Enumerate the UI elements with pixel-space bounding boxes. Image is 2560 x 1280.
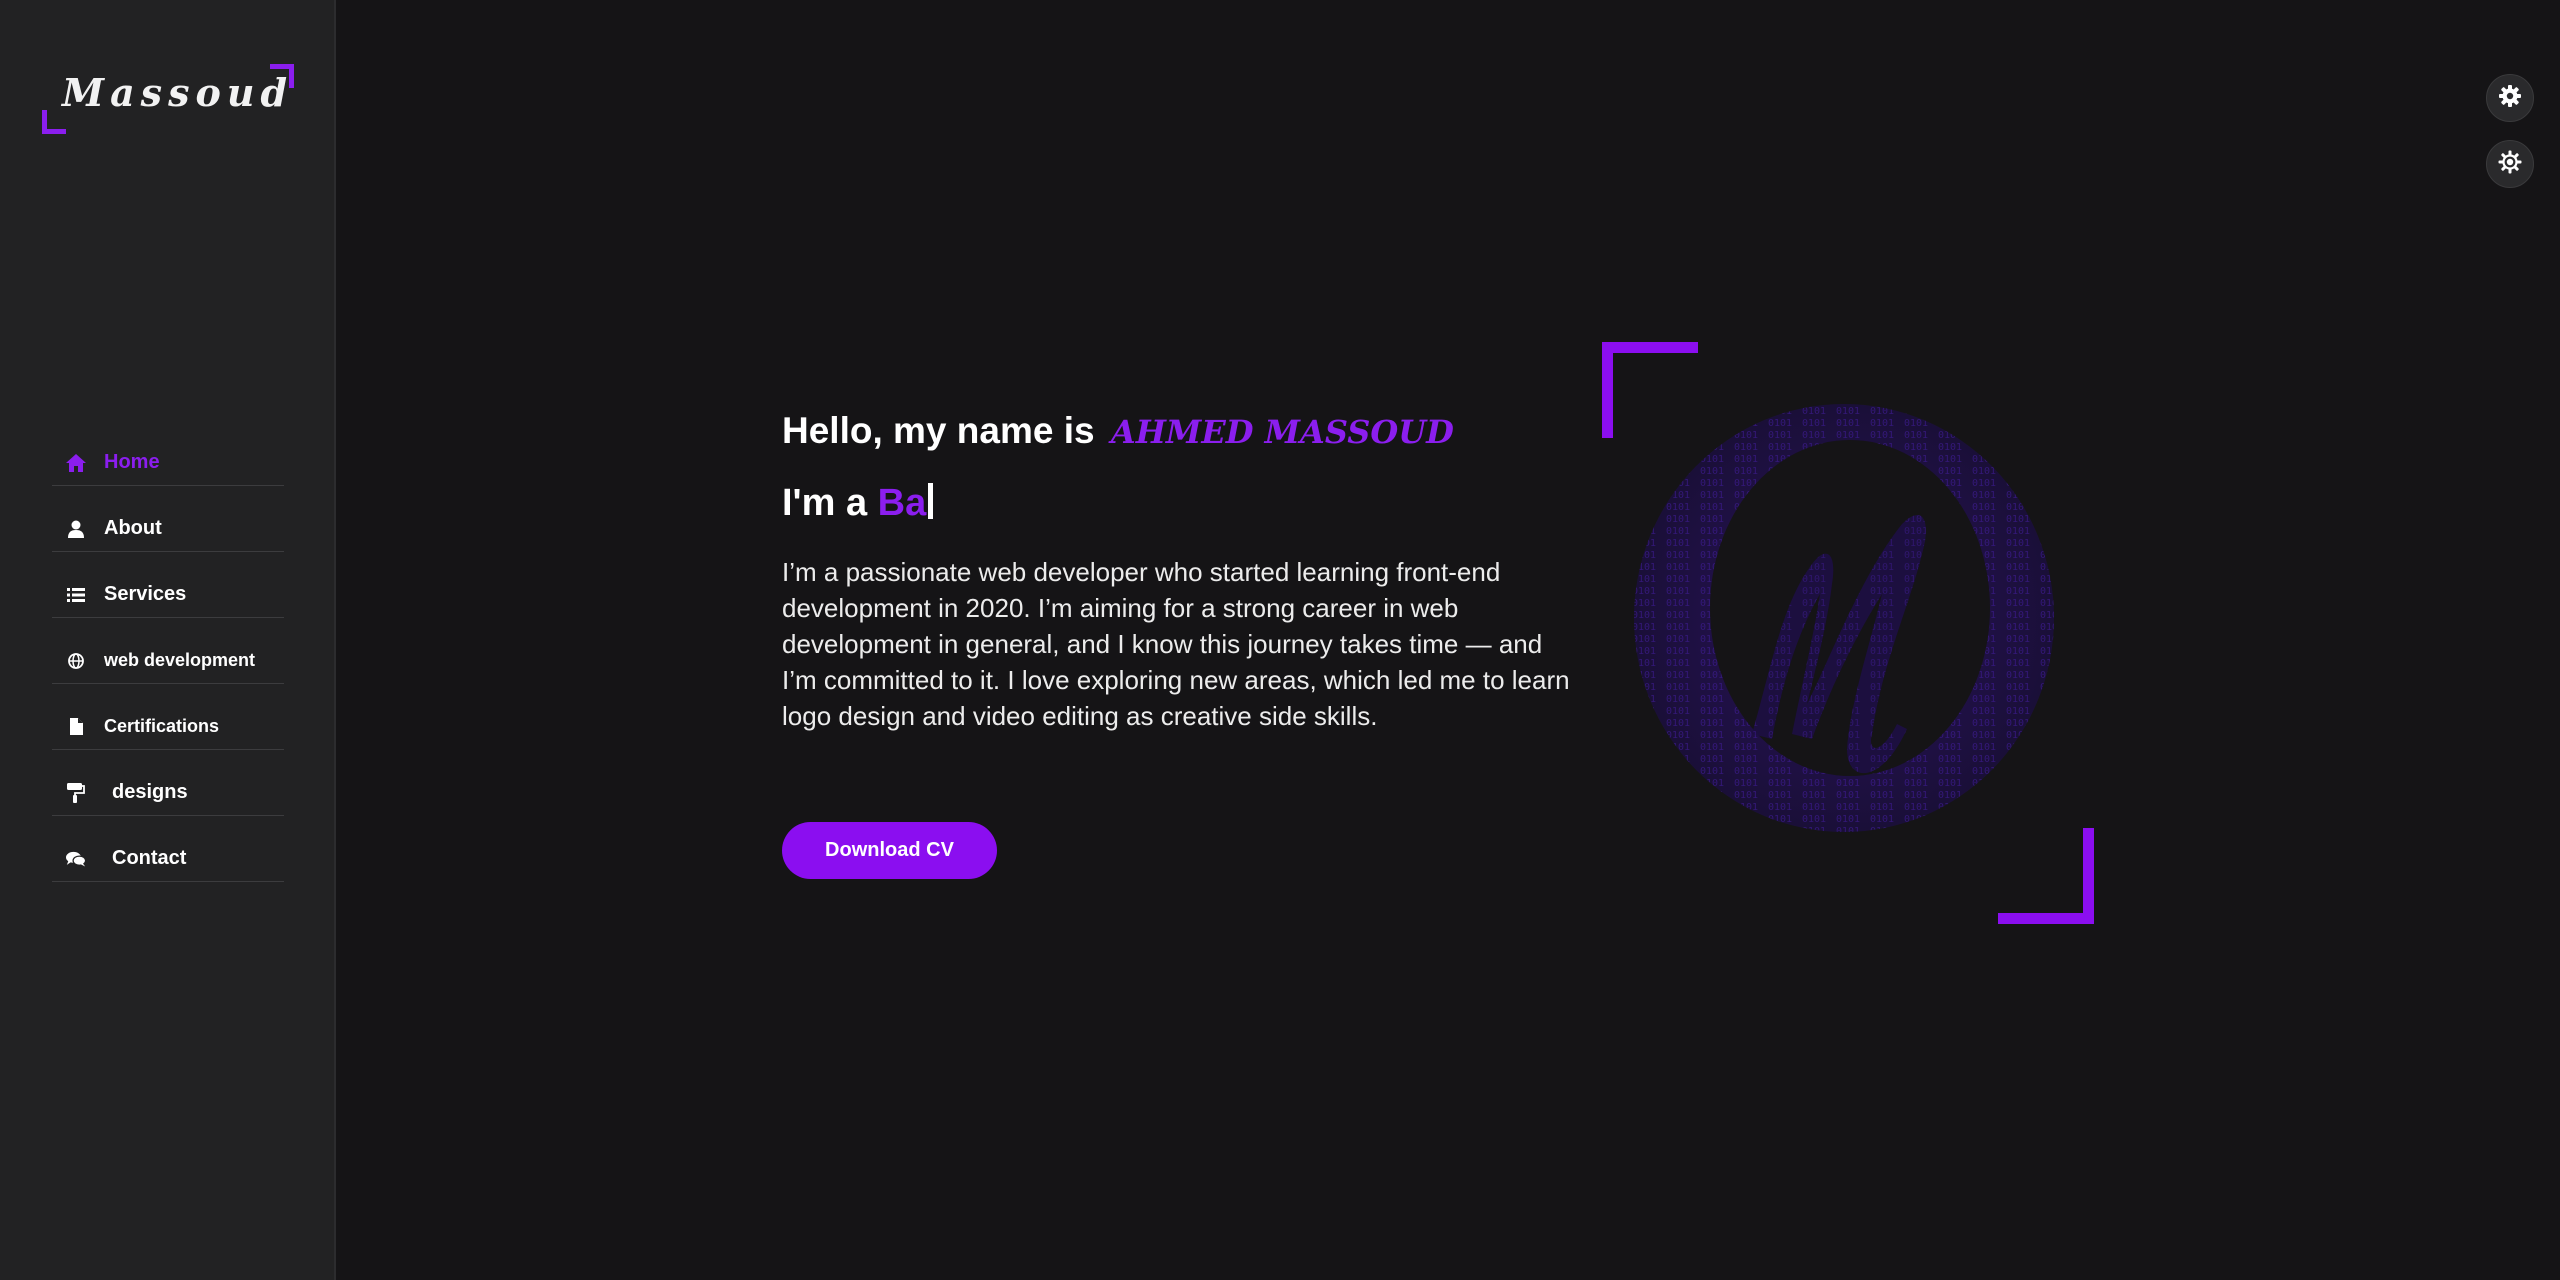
nav-label-services: Services xyxy=(104,583,187,605)
nav-item-services[interactable]: Services xyxy=(52,572,284,618)
nav-label-designs: designs xyxy=(112,781,188,803)
nav-label-about: About xyxy=(104,517,162,539)
nav-item-certifications[interactable]: Certifications xyxy=(52,704,284,750)
hero-section: Hello, my name is AHMED MASSOUD I'm a Ba… xyxy=(782,410,1582,879)
theme-toggle-button[interactable] xyxy=(2486,140,2534,188)
nav-item-home[interactable]: Home xyxy=(52,440,284,486)
logo-text: Massoud xyxy=(62,70,294,115)
user-icon xyxy=(66,519,86,539)
nav-item-contact[interactable]: Contact xyxy=(52,836,284,882)
globe-icon xyxy=(66,651,86,671)
nav-label-certifications: Certifications xyxy=(104,716,220,736)
nav-label-home: Home xyxy=(104,451,160,473)
greeting-text: Hello, my name is xyxy=(782,410,1095,451)
main-nav: Home About Services web development Cert… xyxy=(52,440,284,902)
role-typed-text: Ba xyxy=(877,482,927,524)
typing-cursor xyxy=(928,483,934,519)
nav-item-web-development[interactable]: web development xyxy=(52,638,284,684)
m-monogram-icon: 0101 xyxy=(1634,404,2054,832)
list-icon xyxy=(66,585,86,605)
gear-icon xyxy=(2498,84,2522,112)
download-cv-button[interactable]: Download CV xyxy=(782,822,997,879)
nav-label-web-development: web development xyxy=(104,650,256,670)
file-icon xyxy=(66,717,86,737)
nav-item-designs[interactable]: designs xyxy=(52,770,284,816)
hero-name: AHMED MASSOUD xyxy=(1110,413,1454,451)
sun-icon xyxy=(2498,150,2522,178)
hero-logo-art: 0101 xyxy=(1600,340,2096,926)
nav-item-about[interactable]: About xyxy=(52,506,284,552)
hero-greeting: Hello, my name is AHMED MASSOUD xyxy=(782,410,1582,466)
hero-role: I'm a Ba xyxy=(782,482,1582,534)
settings-button[interactable] xyxy=(2486,74,2534,122)
comments-icon xyxy=(66,849,86,869)
role-prefix: I'm a xyxy=(782,482,868,524)
paint-roller-icon xyxy=(66,782,86,803)
home-icon xyxy=(66,453,86,473)
hero-bio: I’m a passionate web developer who start… xyxy=(782,557,1570,731)
nav-label-contact: Contact xyxy=(112,847,187,869)
logo[interactable]: Massoud xyxy=(40,62,296,136)
sidebar: Massoud Home About Services web developm… xyxy=(0,0,336,1280)
